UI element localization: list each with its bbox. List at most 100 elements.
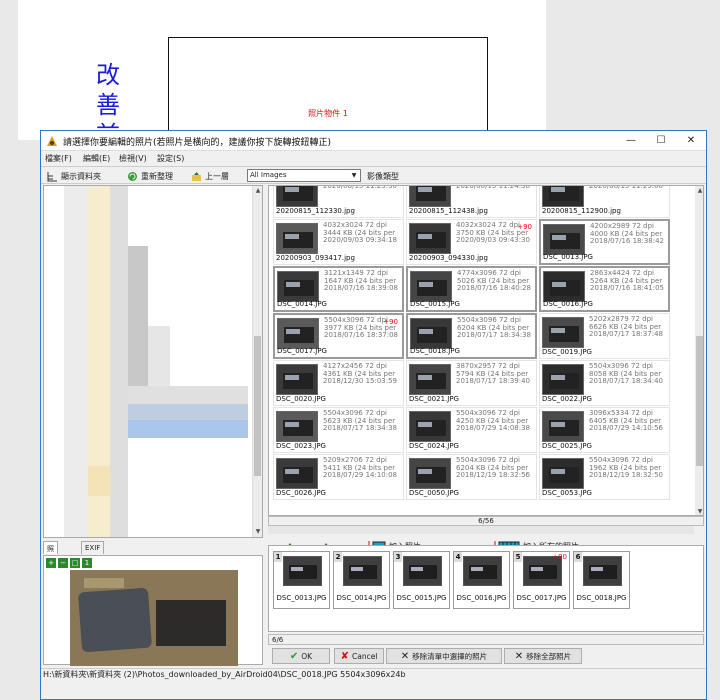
selected-photo[interactable]: 3 DSC_0015.JPG <box>393 551 450 609</box>
rotation-badge: +90 <box>517 223 532 231</box>
title-bar[interactable]: 請選擇你要編輯的照片(若照片是橫向的，建議你按下旋轉按鈕轉正) — ☐ ✕ <box>41 131 706 151</box>
folder-tree-scrollbar[interactable]: ▲ ▼ <box>252 186 262 537</box>
zoom-in-icon[interactable]: + <box>46 558 56 568</box>
thumbnail-filename: DSC_0021.JPG <box>409 395 459 403</box>
selected-photo-filename: DSC_0015.JPG <box>396 594 447 602</box>
selected-photo[interactable]: 4 DSC_0016.JPG <box>453 551 510 609</box>
thumbnail-meta-line: 2018/12/19 18:32:50 <box>589 471 664 480</box>
scrollbar-thumb[interactable] <box>696 336 703 466</box>
actual-size-icon[interactable]: 1 <box>82 558 92 568</box>
thumbnail-item[interactable]: 4774x3096 72 dpi 5026 KB (24 bits per 2018… <box>406 266 537 312</box>
selected-photo[interactable]: 6 DSC_0018.JPG <box>573 551 630 609</box>
refresh-label: 重新整理 <box>141 171 173 181</box>
thumbnail-item[interactable]: 5504x3096 72 dpi 5623 KB (24 bits per 2018… <box>273 407 404 453</box>
up-level-button[interactable]: 上一層 <box>191 169 229 183</box>
thumbnail-item[interactable]: 5202x2879 72 dpi 6626 KB (24 bits per 2018… <box>539 313 670 359</box>
thumbnail-image <box>276 223 318 254</box>
thumbnail-item[interactable]: 5504x3096 72 dpi 6204 KB (24 bits per 2018… <box>406 454 537 500</box>
thumbnail-filename: DSC_0019.JPG <box>542 348 592 356</box>
thumbnail-filename: 20200903_093417.jpg <box>276 254 355 262</box>
menu-file[interactable]: 檔案(F) <box>45 153 72 164</box>
selected-photo-filename: DSC_0016.JPG <box>456 594 507 602</box>
selected-photo[interactable]: 2 DSC_0014.JPG <box>333 551 390 609</box>
minimize-button[interactable]: — <box>616 131 646 151</box>
thumbnail-filename: DSC_0017.JPG <box>277 347 327 355</box>
blurred-region <box>128 386 248 404</box>
image-type-select[interactable]: All Images ▼ <box>247 169 361 182</box>
selected-photo-number: 4 <box>454 552 462 562</box>
thumbnail-meta-line: 2018/12/19 18:32:56 <box>456 471 531 480</box>
refresh-button[interactable]: 重新整理 <box>127 169 173 183</box>
thumbnail-item[interactable]: 4032x3024 72 dpi 3750 KB (24 bits per 2020… <box>406 219 537 265</box>
tab-photo-preview[interactable]: 照片預覽 <box>43 541 58 583</box>
scroll-up-icon[interactable]: ▲ <box>253 186 262 196</box>
thumbnail-item[interactable]: 4200x2989 72 dpi 4000 KB (24 bits per 2018… <box>539 219 670 265</box>
folder-tree[interactable]: ▲ ▼ <box>43 185 263 538</box>
thumbnail-meta-line: 2020/08/15 11:23:30 <box>323 185 398 190</box>
thumbnail-image <box>410 318 452 349</box>
thumbnail-image <box>409 458 451 489</box>
selected-photo[interactable]: 5 +90 DSC_0017.JPG <box>513 551 570 609</box>
thumbnail-filename: DSC_0022.JPG <box>542 395 592 403</box>
thumbnail-meta: 3723 KB (24 bits per2020/08/15 11:23:30 <box>323 185 398 190</box>
thumbnail-meta: 3870x2957 72 dpi 5794 KB (24 bits per 2018… <box>456 362 531 386</box>
thumbnail-meta-line: 2018/07/17 18:39:40 <box>456 377 531 386</box>
blurred-region <box>128 404 248 420</box>
remove-selected-button[interactable]: ✕ 移除清單中選擇的照片 <box>386 648 502 664</box>
thumbnail-filename: DSC_0014.JPG <box>277 300 327 308</box>
blurred-region <box>88 466 110 496</box>
thumbnail-meta: 5202x2879 72 dpi 6626 KB (24 bits per 2018… <box>589 315 663 339</box>
thumbnail-item[interactable]: 5504x3096 72 dpi 3977 KB (24 bits per 2018… <box>273 313 404 359</box>
scroll-down-icon[interactable]: ▼ <box>253 527 262 537</box>
thumbnail-item[interactable]: 5504x3096 72 dpi 4250 KB (24 bits per 2018… <box>406 407 537 453</box>
tab-exif[interactable]: EXIF <box>81 541 105 554</box>
maximize-button[interactable]: ☐ <box>646 131 676 151</box>
selected-photo-thumbnail <box>583 556 622 586</box>
selected-photo-filename: DSC_0014.JPG <box>336 594 387 602</box>
thumbnail-grid-scrollbar[interactable]: ▲ ▼ <box>695 186 703 515</box>
thumbnail-filename: DSC_0024.JPG <box>409 442 459 450</box>
selected-photo-thumbnail <box>343 556 382 586</box>
scrollbar-thumb[interactable] <box>254 336 261 476</box>
thumbnail-item[interactable]: 3096x5334 72 dpi 6405 KB (24 bits per 2018… <box>539 407 670 453</box>
thumbnail-image <box>276 364 318 395</box>
thumbnail-item[interactable]: 5504x3096 72 dpi 8058 KB (24 bits per 2018… <box>539 360 670 406</box>
thumbnail-image <box>276 458 318 489</box>
thumbnail-meta-line: 2018/07/29 14:08:38 <box>456 424 531 433</box>
cancel-label: Cancel <box>351 651 378 661</box>
cancel-button[interactable]: ✘ Cancel <box>334 648 384 664</box>
ok-button[interactable]: ✔ OK <box>272 648 330 664</box>
thumbnail-item[interactable]: 5209x2706 72 dpi 5411 KB (24 bits per 2018… <box>273 454 404 500</box>
thumbnail-image <box>276 411 318 442</box>
thumbnail-item[interactable]: 5504x3096 72 dpi 6204 KB (24 bits per 2018… <box>406 313 537 359</box>
thumbnail-image <box>409 186 451 207</box>
scroll-up-icon[interactable]: ▲ <box>695 186 703 196</box>
thumbnail-meta-line: 2018/12/30 15:03:59 <box>323 377 398 386</box>
remove-all-button[interactable]: ✕ 移除全部照片 <box>504 648 582 664</box>
thumbnail-item[interactable]: 3723 KB (24 bits per2020/08/15 11:23:302… <box>273 185 404 218</box>
thumbnail-item[interactable]: 4032x3024 72 dpi 3444 KB (24 bits per 2020… <box>273 219 404 265</box>
cancel-icon: ✘ <box>340 650 349 662</box>
fit-icon[interactable]: □ <box>70 558 80 568</box>
scroll-down-icon[interactable]: ▼ <box>695 507 703 515</box>
menu-view[interactable]: 檢視(V) <box>119 153 147 164</box>
thumbnail-item[interactable]: 4127x2456 72 dpi 4361 KB (24 bits per 2018… <box>273 360 404 406</box>
thumbnail-grid[interactable]: 3723 KB (24 bits per2020/08/15 11:23:302… <box>268 185 704 516</box>
selected-photos-strip[interactable]: 1 DSC_0013.JPG 2 DSC_0014.JPG 3 DSC_0015.JPG 4… <box>268 545 704 632</box>
chevron-down-icon: ▼ <box>351 172 357 179</box>
thumbnail-item[interactable]: 3827 KB (24 bits per2020/08/15 11:29:002… <box>539 186 670 218</box>
menu-edit[interactable]: 編輯(E) <box>83 153 110 164</box>
thumbnail-image <box>543 224 585 255</box>
thumbnail-filename: DSC_0050.JPG <box>409 489 459 497</box>
thumbnail-item[interactable]: 5504x3096 72 dpi 1962 KB (24 bits per 2018… <box>539 454 670 500</box>
thumbnail-item[interactable]: 3787 KB (24 bits per2020/08/15 11:24:382… <box>406 186 537 218</box>
selected-photo[interactable]: 1 DSC_0013.JPG <box>273 551 330 609</box>
show-folders-button[interactable]: 顯示資料夾 <box>47 169 101 183</box>
close-button[interactable]: ✕ <box>676 131 706 151</box>
thumbnail-item[interactable]: 2863x4424 72 dpi 5264 KB (24 bits per 2018… <box>539 266 670 312</box>
thumbnail-item[interactable]: 3870x2957 72 dpi 5794 KB (24 bits per 2018… <box>406 360 537 406</box>
menu-settings[interactable]: 設定(S) <box>157 153 184 164</box>
zoom-out-icon[interactable]: − <box>58 558 68 568</box>
thumbnail-item[interactable]: 3121x1349 72 dpi 1647 KB (24 bits per 2018… <box>273 266 404 312</box>
grid-horizontal-scrollbar[interactable] <box>268 526 694 534</box>
